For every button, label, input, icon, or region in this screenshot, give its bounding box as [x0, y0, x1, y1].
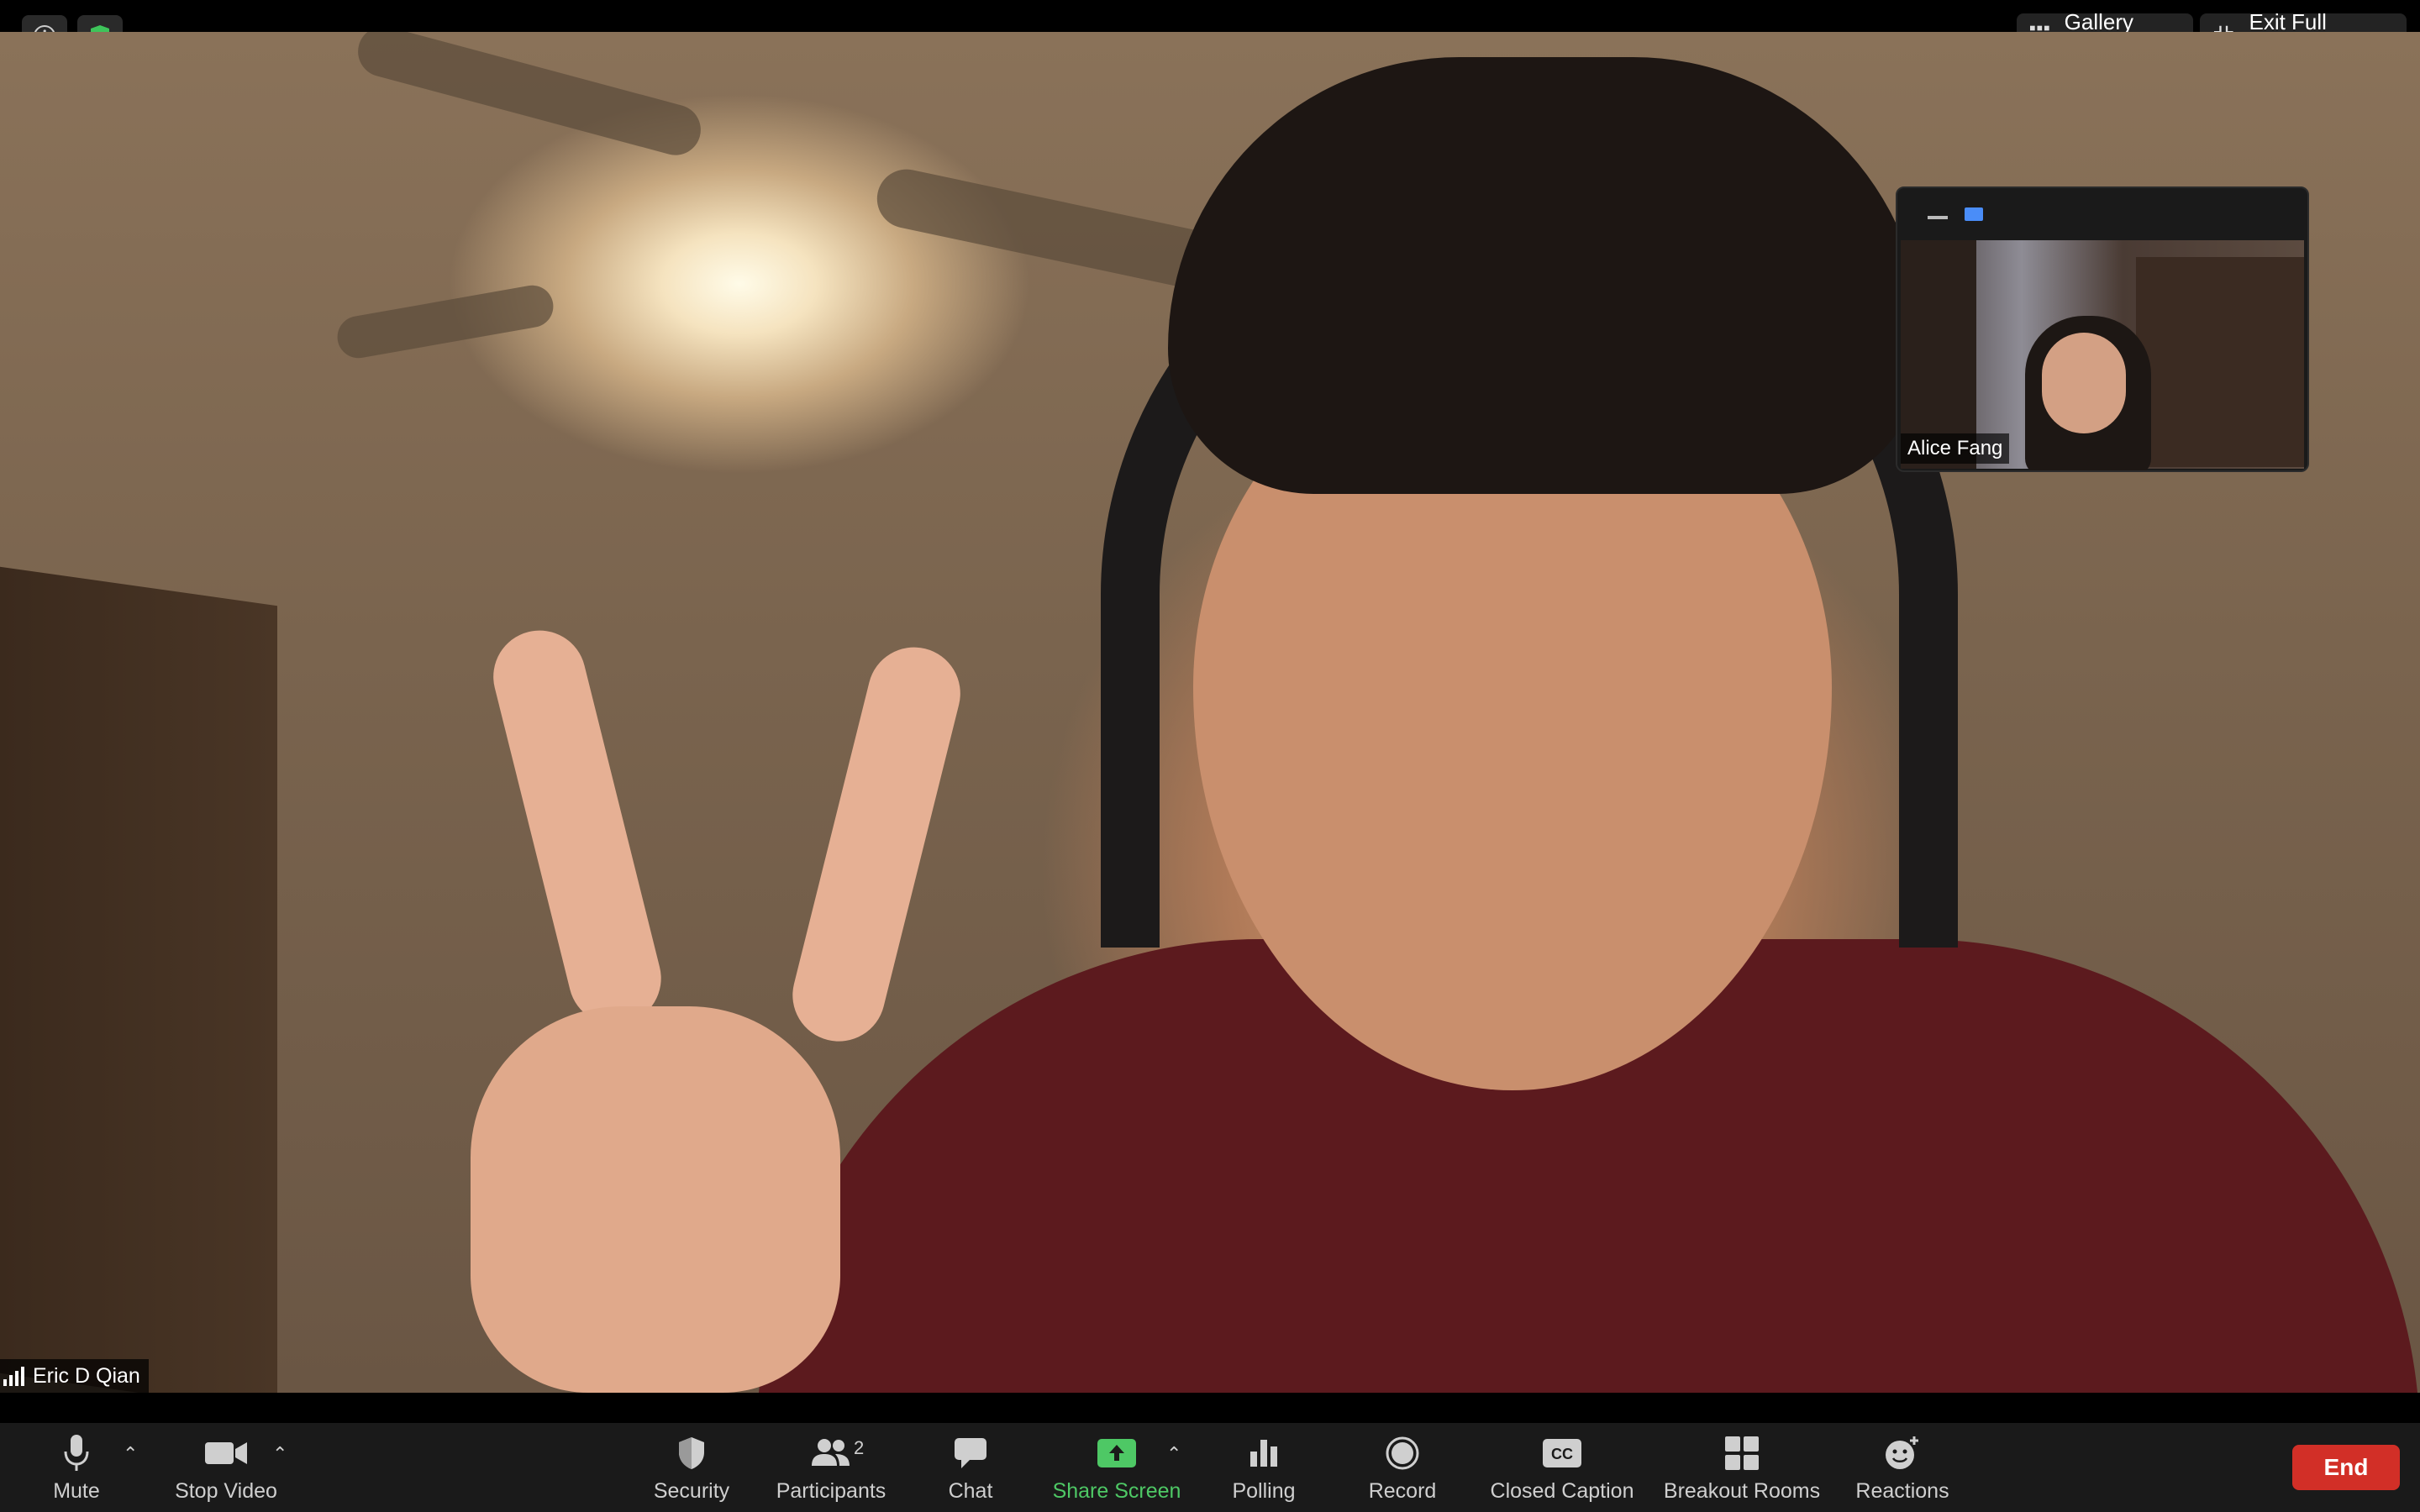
speaker-name: Eric D Qian — [33, 1363, 140, 1388]
bookshelf — [2136, 257, 2304, 467]
participants-button[interactable]: 2 Participants — [773, 1423, 889, 1512]
microphone-icon — [64, 1434, 89, 1471]
participants-icon — [812, 1438, 850, 1466]
mute-button[interactable]: Mute — [44, 1423, 109, 1512]
self-view-thumbnail[interactable]: Alice Fang — [1896, 186, 2309, 472]
participant-name: Alice Fang — [1907, 437, 2003, 459]
closed-caption-icon: CC — [1543, 1438, 1581, 1467]
record-label: Record — [1368, 1478, 1437, 1503]
ceiling-fan-blade — [334, 281, 557, 362]
reactions-button[interactable]: Reactions — [1854, 1423, 1951, 1512]
closed-caption-label: Closed Caption — [1490, 1478, 1634, 1503]
ceiling-fan-blade — [352, 32, 707, 161]
stop-video-button[interactable]: Stop Video — [170, 1423, 282, 1512]
reactions-label: Reactions — [1855, 1478, 1949, 1503]
breakout-rooms-icon — [1725, 1436, 1759, 1470]
breakout-rooms-label: Breakout Rooms — [1663, 1478, 1821, 1503]
ceiling-fan-blade — [871, 164, 1229, 295]
polling-button[interactable]: Polling — [1230, 1423, 1297, 1512]
audio-options-caret-icon[interactable]: ⌃ — [123, 1443, 138, 1465]
speaker-name-tag: Eric D Qian — [0, 1359, 149, 1393]
chat-label: Chat — [948, 1478, 993, 1503]
shield-icon — [679, 1436, 704, 1469]
participant-name-tag: Alice Fang — [1901, 433, 2010, 464]
end-meeting-button[interactable]: End — [2292, 1445, 2400, 1490]
hair — [1168, 57, 1924, 494]
finger — [782, 637, 971, 1052]
security-button[interactable]: Security — [649, 1423, 734, 1512]
share-screen-icon — [1097, 1438, 1136, 1467]
switch-view-icon[interactable] — [1965, 207, 1983, 221]
record-icon — [1386, 1436, 1419, 1469]
video-options-caret-icon[interactable]: ⌃ — [272, 1443, 287, 1465]
minimize-icon[interactable] — [1928, 216, 1948, 219]
closed-caption-button[interactable]: CC Closed Caption — [1487, 1423, 1637, 1512]
mute-label: Mute — [53, 1478, 100, 1503]
participants-count-badge: 2 — [854, 1436, 865, 1458]
chat-button[interactable]: Chat — [941, 1423, 1000, 1512]
cc-icon-text: CC — [1551, 1446, 1573, 1462]
share-screen-label: Share Screen — [1052, 1478, 1181, 1503]
reactions-icon — [1886, 1436, 1918, 1469]
security-label: Security — [653, 1478, 730, 1503]
polling-icon — [1250, 1439, 1277, 1467]
signal-bars-icon — [3, 1366, 24, 1386]
breakout-rooms-button[interactable]: Breakout Rooms — [1664, 1423, 1820, 1512]
hand — [471, 1006, 840, 1393]
share-screen-button[interactable]: Share Screen — [1052, 1423, 1181, 1512]
participant-face — [2042, 333, 2126, 433]
camera-icon — [205, 1441, 247, 1464]
share-options-caret-icon[interactable]: ⌃ — [1166, 1443, 1181, 1465]
door — [0, 566, 277, 1393]
polling-label: Polling — [1232, 1478, 1296, 1503]
stop-video-label: Stop Video — [175, 1478, 277, 1503]
record-button[interactable]: Record — [1368, 1423, 1437, 1512]
finger — [483, 620, 671, 1035]
meeting-toolbar: Mute ⌃ Stop Video ⌃ Security 2 Participa… — [0, 1423, 2420, 1512]
participants-label: Participants — [776, 1478, 886, 1503]
self-view-header — [1897, 188, 2307, 240]
chat-icon — [955, 1437, 986, 1468]
